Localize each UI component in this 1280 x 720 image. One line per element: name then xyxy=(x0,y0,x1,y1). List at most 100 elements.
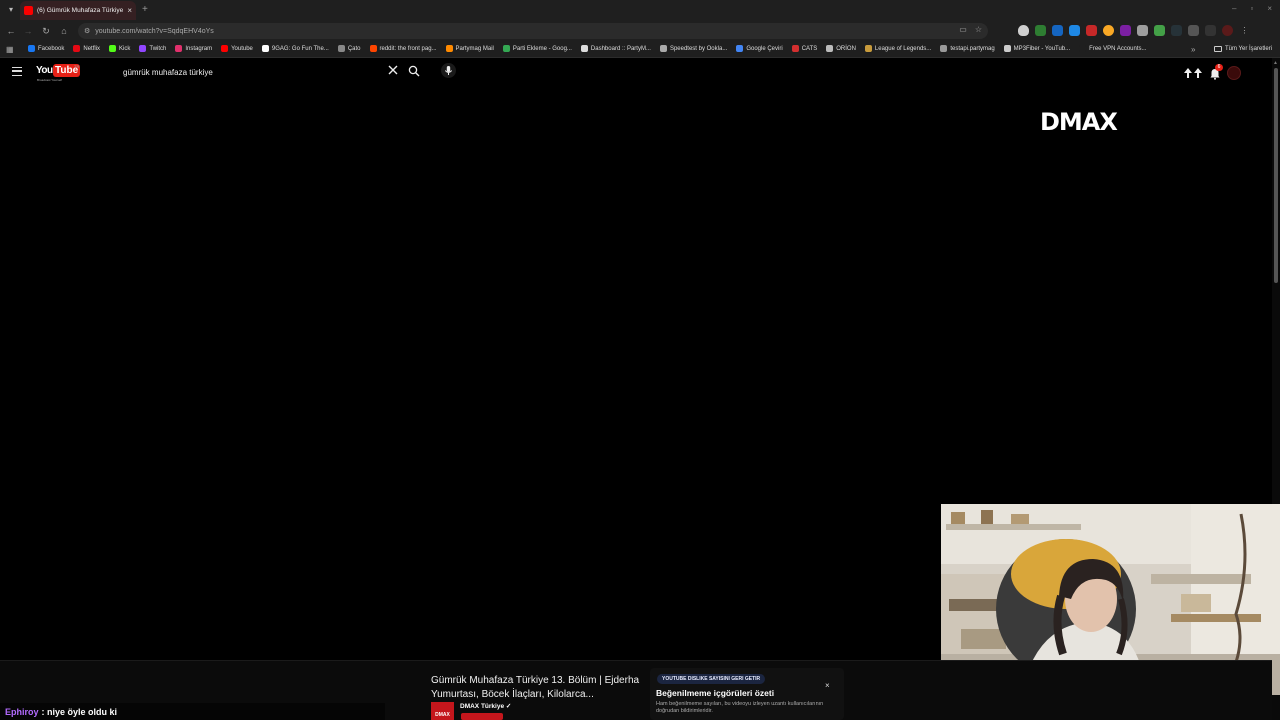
bookmark-item[interactable]: ORİON xyxy=(826,45,856,52)
purple-extension-icon[interactable] xyxy=(1120,25,1131,36)
bookmark-item[interactable]: CATS xyxy=(791,45,817,52)
bookmark-label: Parti Ekleme - Goog... xyxy=(512,45,572,52)
scroll-thumb[interactable] xyxy=(1274,68,1278,283)
site-info-icon[interactable]: ⚙ xyxy=(84,27,90,35)
reload-icon[interactable]: ↻ xyxy=(39,24,53,38)
bookmark-favicon-icon xyxy=(221,45,229,52)
bookmark-favicon-icon xyxy=(28,45,35,52)
forward-arrow-icon[interactable]: → xyxy=(21,24,35,38)
scroll-up-icon[interactable]: ▲ xyxy=(1273,60,1278,66)
chat-username: Ephiroy xyxy=(5,706,39,717)
media-controls-icon[interactable] xyxy=(1205,25,1216,36)
cast-icon[interactable]: ▭ xyxy=(959,25,967,34)
grey-extension-icon[interactable] xyxy=(1137,25,1148,36)
home-icon[interactable]: ⌂ xyxy=(57,24,71,38)
bookmark-item[interactable]: Twitch xyxy=(139,45,166,52)
notification-badge: 6 xyxy=(1215,64,1223,71)
bookmark-label: Kick xyxy=(119,45,131,52)
bookmark-item[interactable]: Netflix xyxy=(73,45,100,52)
bookmark-label: Dashboard :: PartyM... xyxy=(590,45,651,52)
channel-logo[interactable]: DMAX xyxy=(431,702,454,720)
bookmark-label: Google Çeviri xyxy=(746,45,783,52)
channel-name[interactable]: DMAX Türkiye ✓ xyxy=(460,702,511,710)
new-tab-button[interactable]: + xyxy=(142,4,148,15)
green-extension-icon[interactable] xyxy=(1035,25,1046,36)
bookmark-favicon-icon xyxy=(502,45,510,52)
bookmark-item[interactable]: Facebook xyxy=(28,45,64,52)
bookmark-item[interactable]: Kick xyxy=(109,45,130,52)
microphone-icon[interactable] xyxy=(441,63,456,78)
bookmark-favicon-icon xyxy=(139,45,147,52)
bookmark-label: Speedtest by Ookla... xyxy=(669,45,728,52)
bookmark-item[interactable]: reddit: the front pag... xyxy=(369,45,437,52)
bookmark-item[interactable]: MP3Fiber - YouTub... xyxy=(1003,45,1070,52)
bookmark-item[interactable]: Free VPN Accounts... xyxy=(1079,45,1147,52)
bookmark-item[interactable]: Çato xyxy=(337,45,361,52)
tab-close-icon[interactable]: × xyxy=(127,6,132,15)
subscribe-button[interactable] xyxy=(461,713,503,720)
dislike-insights-card: YOUTUBE DISLIKE SAYISINI GERI GETIR × Be… xyxy=(650,668,844,720)
extensions-bar: ⋮ xyxy=(1018,25,1250,36)
close-window-button[interactable]: × xyxy=(1267,4,1272,13)
profile-icon[interactable] xyxy=(1222,25,1233,36)
folder-icon xyxy=(1214,46,1222,52)
channel-watermark: DMAX xyxy=(1040,108,1118,136)
address-bar[interactable]: ⚙ youtube.com/watch?v=SqdqEHV4oYs ▭ ☆ xyxy=(78,23,988,39)
hamburger-menu-icon[interactable] xyxy=(12,67,22,76)
translate-extension-icon[interactable] xyxy=(1069,25,1080,36)
bookmark-item[interactable]: testapi.partymag xyxy=(940,45,995,52)
logo-you: You xyxy=(36,65,53,76)
clear-search-icon[interactable] xyxy=(388,65,398,75)
tab-search-menu-icon[interactable]: ▾ xyxy=(4,3,18,17)
blue-extension-icon[interactable] xyxy=(1052,25,1063,36)
bookmark-label: reddit: the front pag... xyxy=(379,45,437,52)
red-extension-icon[interactable] xyxy=(1086,25,1097,36)
more-bookmarks-icon[interactable]: » xyxy=(1191,45,1195,54)
bookmark-star-icon[interactable]: ☆ xyxy=(975,25,982,34)
all-bookmarks-button[interactable]: Tüm Yer İşaretleri xyxy=(1214,46,1272,52)
bookmark-item[interactable]: Dashboard :: PartyM... xyxy=(580,45,651,52)
notifications-button[interactable]: 6 xyxy=(1209,64,1223,80)
channel-row: DMAX DMAX Türkiye ✓ xyxy=(431,702,511,720)
bookmark-label: 9GAG: Go Fun The... xyxy=(271,45,329,52)
back-arrow-icon[interactable]: ← xyxy=(4,24,18,38)
bookmark-label: Facebook xyxy=(38,45,65,52)
window-controls: – ▫ × xyxy=(1232,4,1272,13)
search-icon[interactable] xyxy=(408,65,420,77)
bookmark-label: Çato xyxy=(347,45,361,52)
bookmark-item[interactable]: Youtube xyxy=(221,45,253,52)
search-input[interactable]: gümrük muhafaza türkiye xyxy=(116,63,400,81)
apps-grid-icon[interactable]: ▦ xyxy=(6,45,14,54)
bookmark-label: Instagram xyxy=(185,45,213,52)
yellow-extension-icon[interactable] xyxy=(1103,25,1114,36)
minimize-button[interactable]: – xyxy=(1232,4,1236,13)
browser-menu-icon[interactable]: ⋮ xyxy=(1239,25,1250,36)
bookmark-item[interactable]: League of Legends... xyxy=(864,45,931,52)
bookmark-item[interactable]: Parti Ekleme - Goog... xyxy=(502,45,572,52)
upload-icon[interactable] xyxy=(1183,67,1203,79)
green-bar-extension-icon[interactable] xyxy=(1154,25,1165,36)
bookmark-item[interactable]: Instagram xyxy=(175,45,212,52)
bookmark-label: Youtube xyxy=(231,45,253,52)
bookmark-favicon-icon xyxy=(445,45,453,52)
chat-text: : niye öyle oldu ki xyxy=(41,706,118,717)
bookmark-item[interactable]: Partymag Mail xyxy=(445,45,494,52)
browser-toolbar: ← → ↻ ⌂ ⚙ youtube.com/watch?v=SqdqEHV4oY… xyxy=(0,20,1280,42)
bookmark-label: Netflix xyxy=(83,45,101,52)
puzzle-extensions-icon[interactable] xyxy=(1188,25,1199,36)
avatar[interactable] xyxy=(1227,66,1241,80)
dark-extension-icon[interactable] xyxy=(1171,25,1182,36)
bookmark-item[interactable]: Google Çeviri xyxy=(736,45,783,52)
address-url: youtube.com/watch?v=SqdqEHV4oYs xyxy=(95,27,214,35)
shield-extension-icon[interactable] xyxy=(1018,25,1029,36)
browser-tab-active[interactable]: (6) Gümrük Muhafaza Türkiye 1 × xyxy=(20,1,136,20)
bookmark-favicon-icon xyxy=(791,45,799,52)
close-icon[interactable]: × xyxy=(825,681,830,690)
youtube-logo[interactable]: You Tube Broadcast Yourself TR xyxy=(36,64,81,82)
video-info: Gümrük Muhafaza Türkiye 13. Bölüm | Ejde… xyxy=(431,674,641,720)
browser-tab-strip: ▾ (6) Gümrük Muhafaza Türkiye 1 × + – ▫ … xyxy=(0,0,1280,20)
bookmark-item[interactable]: 9GAG: Go Fun The... xyxy=(261,45,329,52)
bookmark-item[interactable]: Speedtest by Ookla... xyxy=(659,45,728,52)
maximize-button[interactable]: ▫ xyxy=(1250,4,1253,13)
search-query: gümrük muhafaza türkiye xyxy=(123,67,213,77)
